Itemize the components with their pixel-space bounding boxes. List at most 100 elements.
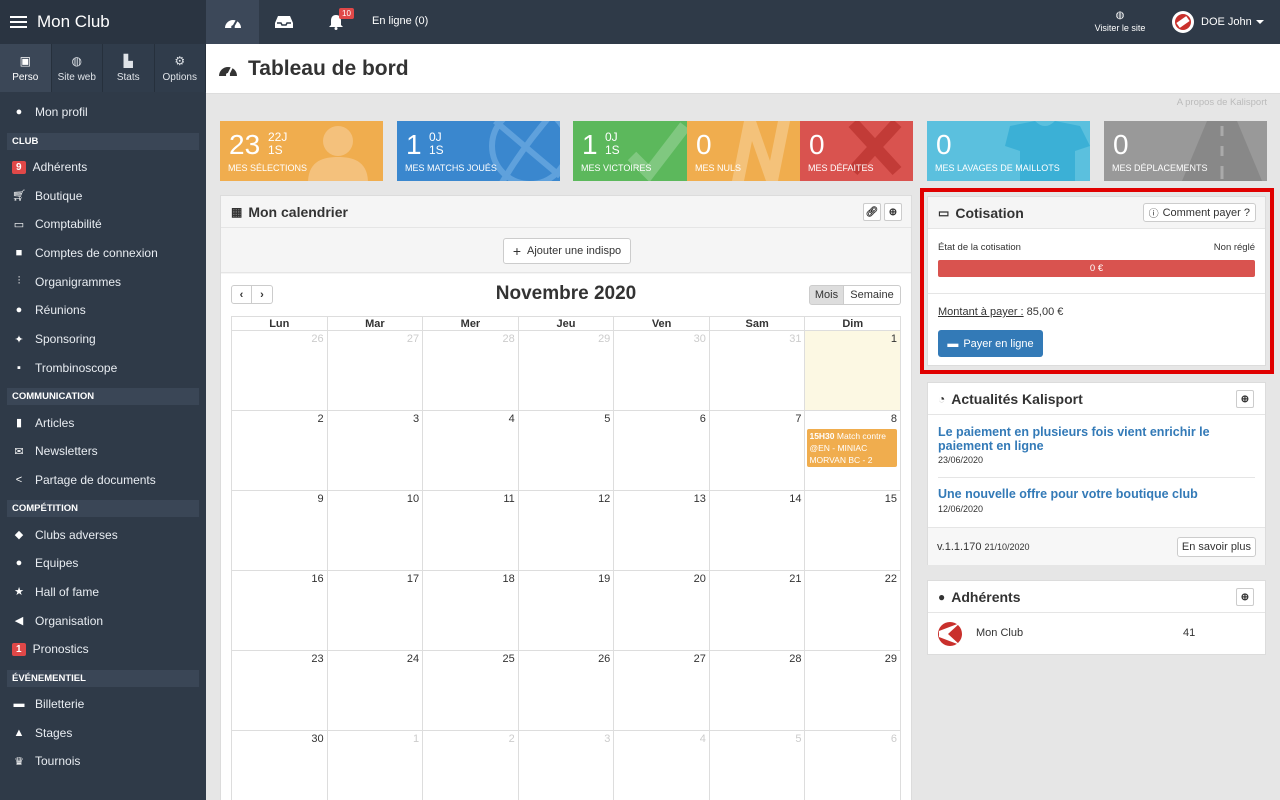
user-menu[interactable]: DOE John xyxy=(1172,11,1264,33)
calendar-day[interactable]: 7 xyxy=(709,411,806,491)
about-link[interactable]: A propos de Kalisport xyxy=(1177,97,1267,108)
calendar-day-today[interactable]: 1 xyxy=(805,331,902,411)
page-title: Tableau de bord xyxy=(248,57,409,80)
stat-tile-deplacements[interactable]: 0 MES DÉPLACEMENTS xyxy=(1104,121,1267,181)
calendar-day[interactable]: 3 xyxy=(327,411,424,491)
sidebar-item-newsletters[interactable]: ✉ Newsletters xyxy=(0,437,206,466)
dashboard-button[interactable] xyxy=(206,0,259,44)
sidebar-item-hall-of-fame[interactable]: ★ Hall of fame xyxy=(0,578,206,607)
calendar-day[interactable]: 15 xyxy=(805,491,902,571)
sidebar-item-billetterie[interactable]: ▬ Billetterie xyxy=(0,690,206,719)
next-month-button[interactable]: › xyxy=(252,285,273,304)
calendar-day[interactable]: 26 xyxy=(518,651,615,731)
pay-online-button[interactable]: ▬ Payer en ligne xyxy=(938,330,1043,357)
sidebar-item-label: Sponsoring xyxy=(35,332,96,347)
calendar-day[interactable]: 12 xyxy=(518,491,615,571)
calendar-day[interactable]: 19 xyxy=(518,571,615,651)
calendar-day[interactable]: 30 xyxy=(614,331,710,411)
calendar-day[interactable]: 2 xyxy=(231,411,328,491)
calendar-event[interactable]: 15H30 Match contre @EN - MINIAC MORVAN B… xyxy=(807,429,898,467)
zoom-icon[interactable]: ⊕ xyxy=(884,203,902,221)
sidebar-item-trombinoscope[interactable]: ▪ Trombinoscope xyxy=(0,354,206,383)
calendar-day[interactable]: 22 xyxy=(805,571,902,651)
calendar-day[interactable]: 8 15H30 Match contre @EN - MINIAC MORVAN… xyxy=(805,411,902,491)
sidebar-item-pronostics[interactable]: 1 Pronostics xyxy=(0,635,206,664)
calendar-day[interactable]: 27 xyxy=(614,651,710,731)
sidebar-item-clubs-adverses[interactable]: ◆ Clubs adverses xyxy=(0,520,206,549)
calendar-day[interactable]: 25 xyxy=(423,651,519,731)
calendar-day[interactable]: 4 xyxy=(423,411,519,491)
calendar-day[interactable]: 28 xyxy=(709,651,806,731)
calendar-day[interactable]: 4 xyxy=(614,731,710,800)
app-brand[interactable]: Mon Club xyxy=(0,0,206,44)
stat-tile-selections[interactable]: 23 22J 1S MES SÉLECTIONS xyxy=(220,121,383,181)
club-name[interactable]: Mon Club xyxy=(976,627,1023,639)
tab-options[interactable]: ⚙ Options xyxy=(154,44,206,92)
tab-stats[interactable]: ▙ Stats xyxy=(103,44,155,92)
calendar-day[interactable]: 2 xyxy=(423,731,519,800)
sidebar-item-adherents[interactable]: 9 Adhérents xyxy=(0,153,206,182)
calendar-day[interactable]: 29 xyxy=(518,331,615,411)
calendar-day[interactable]: 20 xyxy=(614,571,710,651)
calendar-day[interactable]: 16 xyxy=(231,571,328,651)
sidebar-item-mon-profil[interactable]: ● Mon profil xyxy=(0,98,206,127)
news-item-title[interactable]: Une nouvelle offre pour votre boutique c… xyxy=(938,487,1198,501)
calendar-day[interactable]: 26 xyxy=(231,331,328,411)
calendar-day[interactable]: 5 xyxy=(710,731,806,800)
sidebar-item-sponsoring[interactable]: ✦ Sponsoring xyxy=(0,325,206,354)
how-to-pay-button[interactable]: ⓘ Comment payer ? xyxy=(1142,203,1256,222)
calendar-day[interactable]: 29 xyxy=(805,651,902,731)
calendar-day[interactable]: 14 xyxy=(709,491,806,571)
calendar-day[interactable]: 3 xyxy=(519,731,615,800)
zoom-icon[interactable]: ⊕ xyxy=(1236,390,1254,408)
prev-month-button[interactable]: ‹ xyxy=(231,285,252,304)
link-icon[interactable]: 🔗︎ xyxy=(863,203,881,221)
calendar-day[interactable]: 13 xyxy=(614,491,710,571)
view-week-button[interactable]: Semaine xyxy=(844,285,901,305)
notifications-button[interactable]: 10 xyxy=(316,0,356,44)
sidebar-item-tournois[interactable]: ♛ Tournois xyxy=(0,747,206,776)
sidebar-item-comptes-de-connexion[interactable]: ■ Comptes de connexion xyxy=(0,239,206,268)
calendar-day[interactable]: 31 xyxy=(709,331,806,411)
sidebar-item-stages[interactable]: ▲ Stages xyxy=(0,718,206,747)
calendar-day[interactable]: 28 xyxy=(423,331,519,411)
add-availability-button[interactable]: + Ajouter une indispo xyxy=(503,238,631,264)
hamburger-menu-icon[interactable] xyxy=(10,16,27,28)
stat-tile-lavages-maillots[interactable]: 0 MES LAVAGES DE MAILLOTS xyxy=(927,121,1090,181)
visit-site-link[interactable]: ◍ Visiter le site xyxy=(1088,10,1152,34)
news-item-title[interactable]: Le paiement en plusieurs fois vient enri… xyxy=(938,425,1238,453)
sidebar-item-reunions[interactable]: ● Réunions xyxy=(0,296,206,325)
sidebar-item-comptabilite[interactable]: ▭ Comptabilité xyxy=(0,210,206,239)
zoom-icon[interactable]: ⊕ xyxy=(1236,588,1254,606)
tab-site-web[interactable]: ◍ Site web xyxy=(51,44,103,92)
sidebar-item-partage-documents[interactable]: < Partage de documents xyxy=(0,466,206,495)
inbox-button[interactable] xyxy=(262,0,306,44)
calendar-day[interactable]: 5 xyxy=(518,411,615,491)
calendar-day[interactable]: 27 xyxy=(327,331,424,411)
sidebar-item-equipes[interactable]: ● Equipes xyxy=(0,549,206,578)
calendar-day[interactable]: 23 xyxy=(231,651,328,731)
stat-tile-matchs-joues[interactable]: 1 0J 1S MES MATCHS JOUÉS xyxy=(397,121,560,181)
online-status[interactable]: En ligne (0) xyxy=(372,15,428,27)
calendar-day[interactable]: 21 xyxy=(709,571,806,651)
calendar-day[interactable]: 11 xyxy=(423,491,519,571)
sidebar-item-articles[interactable]: ▮ Articles xyxy=(0,408,206,437)
stat-tile-nuls[interactable]: 0 MES NULS xyxy=(687,121,800,181)
tab-perso[interactable]: ▣ Perso xyxy=(0,44,52,92)
calendar-day[interactable]: 24 xyxy=(327,651,424,731)
calendar-day[interactable]: 6 xyxy=(805,731,902,800)
calendar-day[interactable]: 18 xyxy=(423,571,519,651)
calendar-day[interactable]: 9 xyxy=(231,491,328,571)
calendar-day[interactable]: 1 xyxy=(328,731,424,800)
calendar-day[interactable]: 10 xyxy=(327,491,424,571)
stat-tile-defaites[interactable]: 0 MES DÉFAITES xyxy=(800,121,913,181)
calendar-day[interactable]: 17 xyxy=(327,571,424,651)
sidebar-item-organigrammes[interactable]: ⫶ Organigrammes xyxy=(0,267,206,296)
stat-tile-victoires[interactable]: 1 0J 1S MES VICTOIRES xyxy=(573,121,687,181)
calendar-day[interactable]: 30 xyxy=(231,731,328,800)
learn-more-button[interactable]: En savoir plus xyxy=(1176,537,1256,557)
sidebar-item-organisation[interactable]: ◀ Organisation xyxy=(0,606,206,635)
view-month-button[interactable]: Mois xyxy=(809,285,844,305)
sidebar-item-boutique[interactable]: 🛒︎ Boutique xyxy=(0,181,206,210)
calendar-day[interactable]: 6 xyxy=(614,411,710,491)
